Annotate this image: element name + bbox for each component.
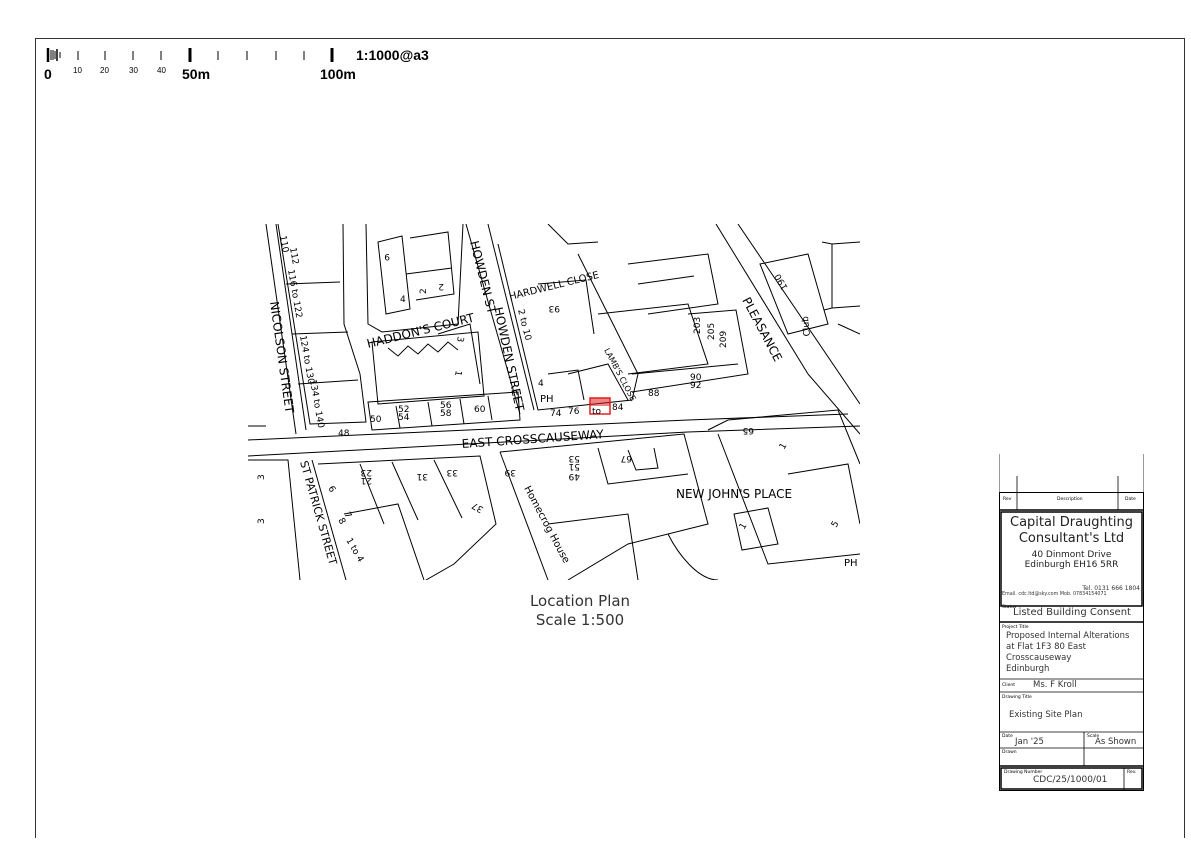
scale-tick-50m: 50m (182, 66, 211, 82)
label-1: 1 (452, 369, 463, 376)
label-92: 92 (690, 381, 701, 391)
label-ph-south: PH (844, 558, 858, 569)
label-190: 190 (773, 271, 790, 291)
project-title-label: Project Title (1002, 625, 1029, 630)
site-hatch (590, 398, 610, 406)
date-label: Date (1002, 734, 1013, 739)
company-line-2: Consultant's Ltd (1018, 531, 1125, 546)
map-drawing: NICOLSON STREET HOWDEN ST HOWDEN STREET … (248, 224, 860, 580)
client-value: Ms. F Kroll (1033, 680, 1077, 690)
label-1-to-4: 1 to 4 (343, 537, 365, 565)
company-address: 40 Dinmont Drive Edinburgh EH16 5RR (1001, 550, 1142, 570)
label-76: 76 (568, 407, 580, 417)
label-209: 209 (719, 331, 729, 348)
label-31: 31 (417, 471, 428, 481)
company-tel: Tel. 0131 666 1804 (1082, 585, 1140, 592)
client-label: Client (1002, 683, 1016, 688)
label-9: 9 (384, 251, 390, 261)
label-nicolson-street: NICOLSON STREET (267, 300, 297, 414)
scale-tick-10: 10 (73, 66, 82, 75)
label-74: 74 (550, 409, 562, 419)
scale-tick-0: 0 (44, 66, 52, 82)
project-title: Proposed Internal Alterations at Flat 1F… (1006, 631, 1129, 675)
project-line-2: at Flat 1F3 80 East (1006, 642, 1087, 652)
label-3b: 3 (257, 518, 267, 524)
drawing-title-value: Existing Site Plan (1009, 710, 1083, 720)
label-4a: 4 (400, 295, 406, 305)
label-2b: 2 (438, 281, 444, 291)
label-116-122: 116 to 122 (285, 269, 303, 319)
company-name: Capital Draughting Consultant's Ltd (1001, 515, 1142, 547)
label-93: 93 (549, 303, 560, 313)
scale-tick-20: 20 (100, 66, 109, 75)
label-4: 4 (538, 379, 544, 389)
label-haddons-court: HADDON'S COURT (365, 310, 476, 350)
label-88: 88 (648, 389, 660, 399)
project-line-3: Crosscauseway (1006, 653, 1072, 663)
label-39: 39 (504, 467, 516, 477)
drawing-number-value: CDC/25/1000/01 (1033, 775, 1108, 785)
company-line-1: Capital Draughting (1010, 515, 1133, 530)
label-48: 48 (338, 429, 350, 439)
label-203: 203 (693, 317, 703, 334)
drawing-title-label: Drawing Title (1002, 695, 1032, 700)
label-49: 49 (568, 471, 580, 481)
label-1d: 1 (738, 522, 750, 532)
company-email-mobile: Email. cdc.ltd@sky.com Mob. 07834154071 (1002, 592, 1107, 597)
label-21: 21 (361, 475, 372, 485)
scale-value: As Shown (1095, 737, 1137, 747)
label-37: 37 (471, 500, 486, 514)
rev-label: Rev. (1127, 770, 1137, 775)
label-to: to (592, 407, 602, 417)
label-homecrog-house: Homecrog House (521, 484, 571, 565)
rev-header: Rev (1003, 497, 1012, 502)
label-58: 58 (440, 409, 452, 419)
title-block: Rev Description Date Capital Draughting … (999, 454, 1144, 791)
label-8: 8 (335, 517, 347, 527)
label-67: 67 (621, 453, 632, 463)
drawn-label: Drawn (1002, 750, 1017, 755)
label-3: 3 (454, 335, 465, 342)
label-50: 50 (370, 415, 382, 425)
label-5: 5 (830, 520, 842, 530)
label-84: 84 (612, 403, 624, 413)
date-header: Date (1125, 497, 1136, 502)
label-ph-north: PH (540, 394, 554, 405)
description-header: Description (1057, 497, 1083, 502)
scale-ratio: 1:1000@a3 (356, 47, 429, 63)
scale-tick-100m: 100m (320, 66, 356, 82)
label-60: 60 (474, 405, 486, 415)
label-33: 33 (447, 467, 458, 477)
label-lambs-close: LAMB'S CLOSE (602, 347, 637, 403)
status-value: Listed Building Consent (1013, 607, 1131, 618)
label-65: 65 (743, 425, 754, 435)
project-line-4: Edinburgh (1006, 664, 1050, 674)
label-2a: 2 (419, 288, 429, 294)
label-st-patrick-street: ST PATRICK STREET (297, 459, 339, 566)
caption-title: Location Plan (529, 592, 631, 610)
scale-tick-30: 30 (129, 66, 138, 75)
label-east-crosscauseway: EAST CROSSCAUSEWAY (461, 427, 605, 451)
label-new-johns-place: NEW JOHN'S PLACE (676, 487, 792, 501)
scale-tick-40: 40 (157, 66, 166, 75)
label-3a: 3 (257, 474, 267, 480)
label-205: 205 (707, 323, 717, 340)
label-pleasance: PLEASANCE (739, 295, 785, 364)
location-plan-map: NICOLSON STREET HOWDEN ST HOWDEN STREET … (248, 224, 860, 580)
caption-scale: Scale 1:500 (535, 611, 625, 629)
label-51: 51 (569, 461, 580, 471)
project-line-1: Proposed Internal Alterations (1006, 631, 1130, 641)
label-54: 54 (398, 413, 410, 423)
label-112: 112 (287, 247, 300, 266)
scale-bar: 0 10 20 30 40 50m 100m 1:1000@a3 (40, 44, 460, 84)
date-value: Jan '25 (1015, 737, 1044, 747)
address-line-1: 40 Dinmont Drive (1031, 550, 1112, 560)
map-caption: Location Plan Scale 1:500 (500, 592, 660, 630)
label-hardwell-close: HARDWELL CLOSE (508, 270, 600, 303)
label-club: Club (801, 315, 813, 336)
label-6: 6 (325, 485, 337, 495)
label-1c: 1 (778, 442, 790, 452)
address-line-2: Edinburgh EH16 5RR (1024, 560, 1119, 570)
